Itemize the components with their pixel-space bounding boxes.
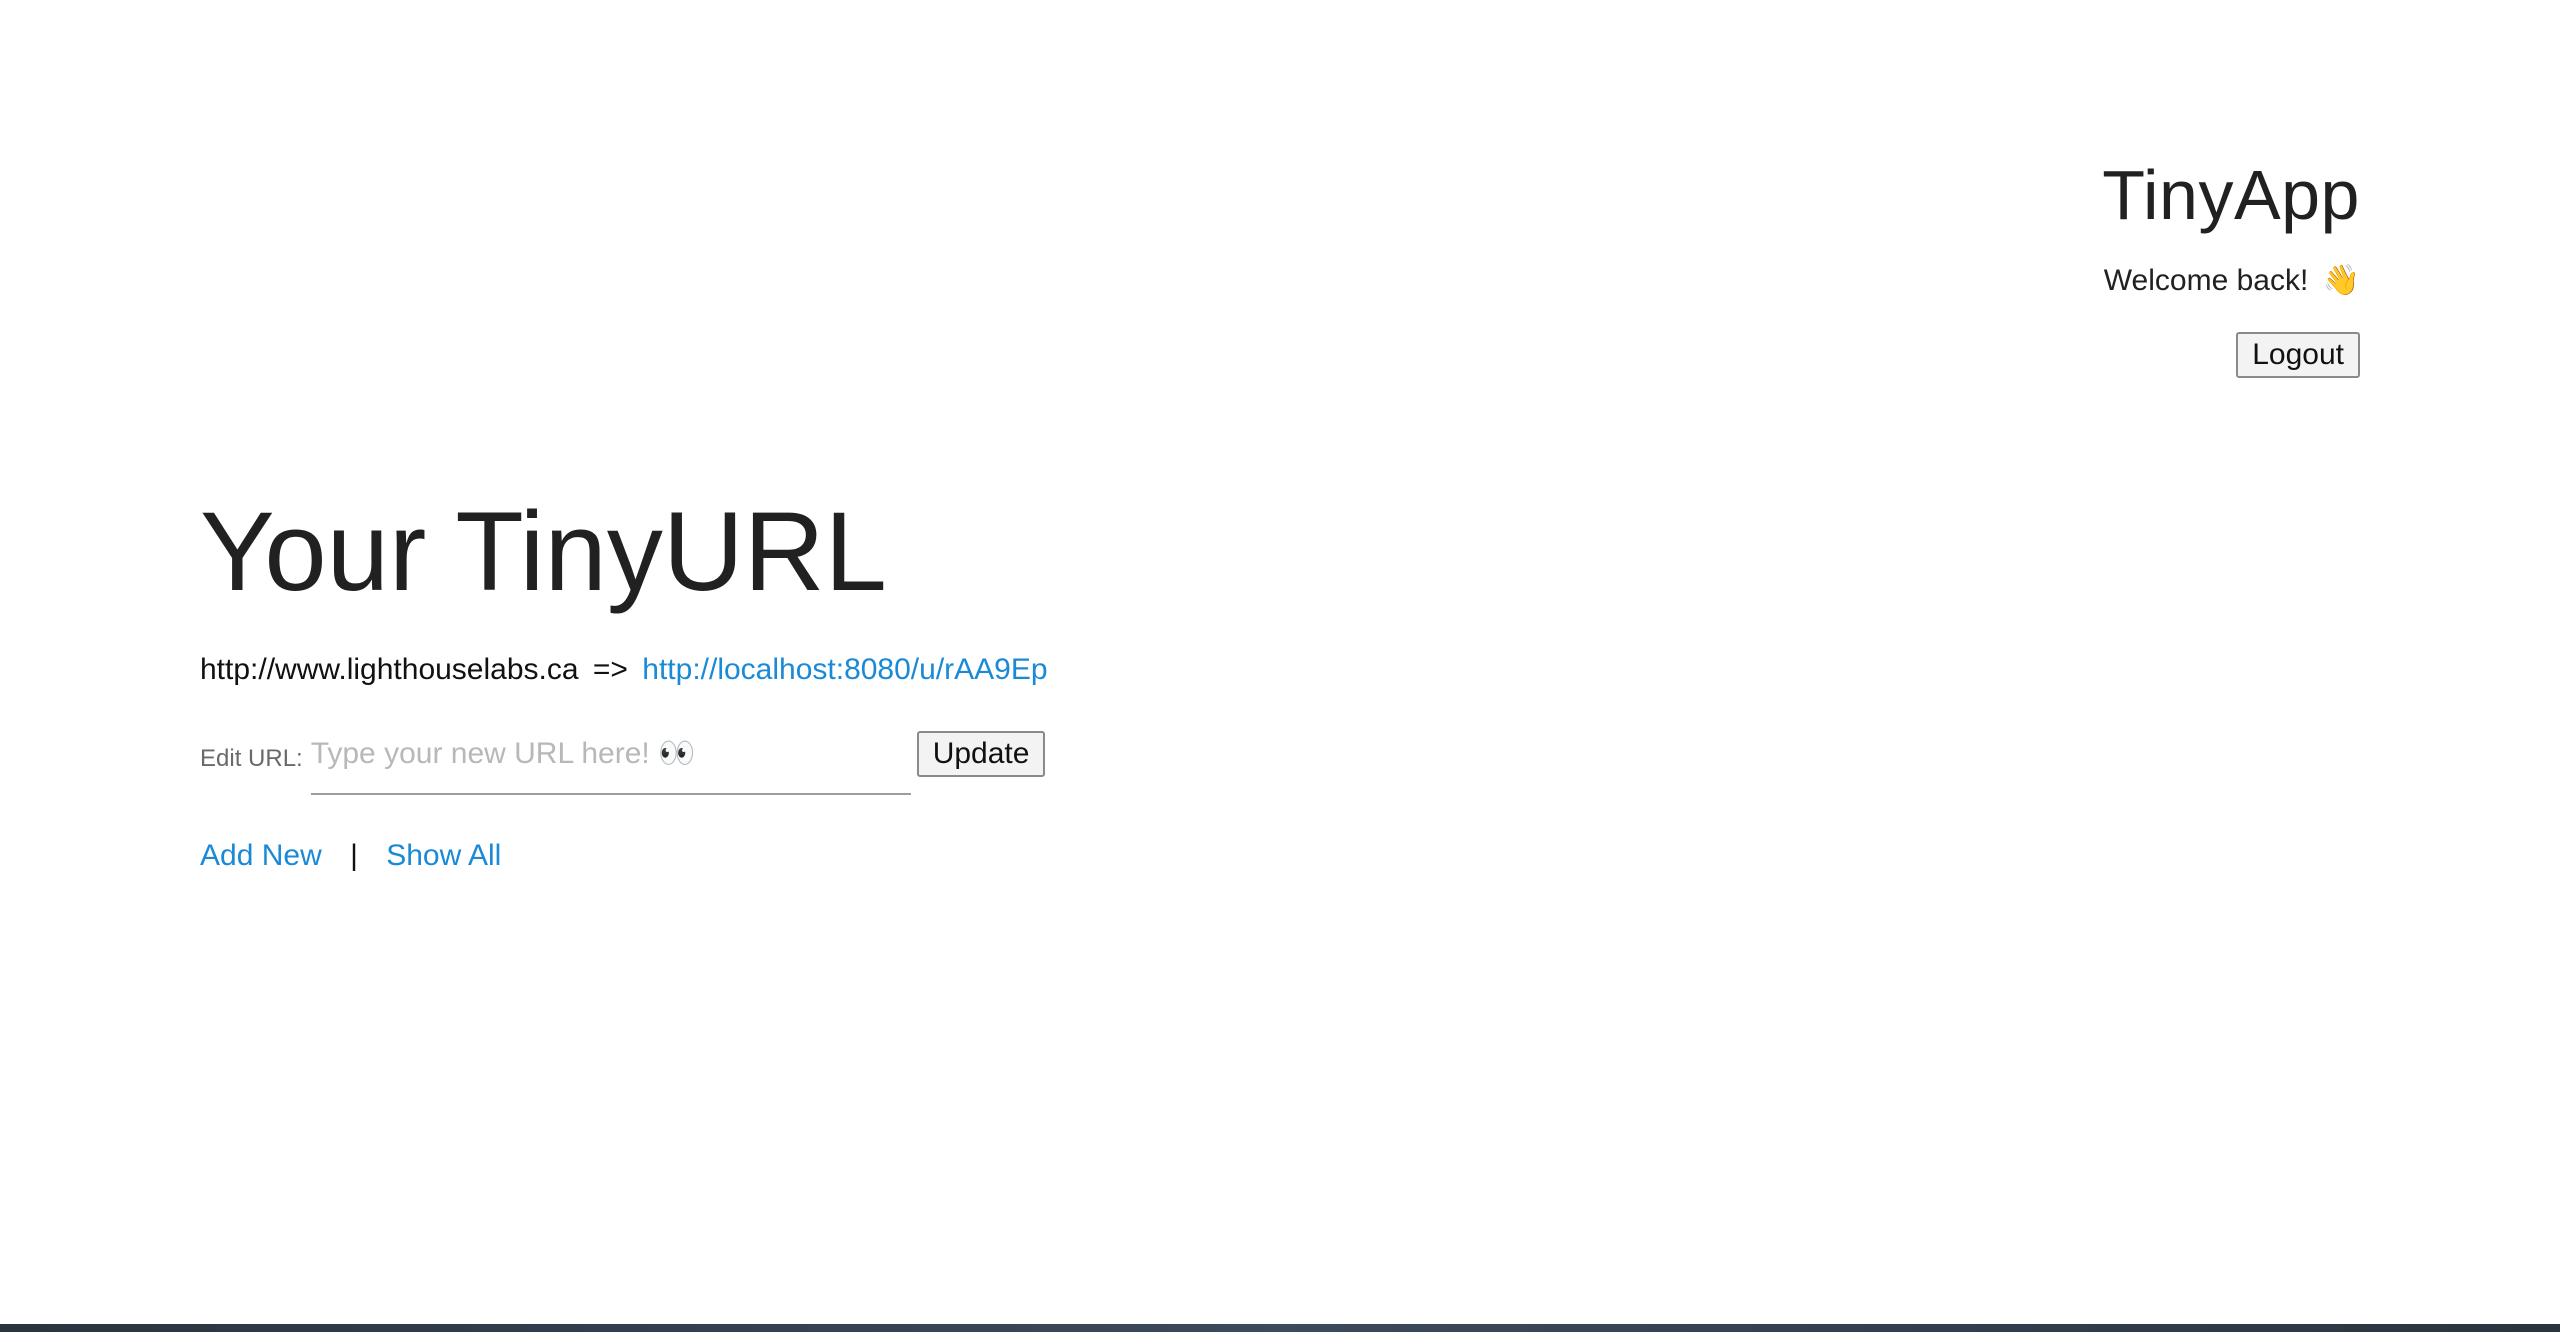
logout-button[interactable]: Logout: [2236, 332, 2360, 378]
arrow-separator: =>: [592, 653, 628, 687]
window-bottom-edge: [0, 1324, 2560, 1332]
header: TinyApp Welcome back! 👋 Logout: [2102, 160, 2360, 378]
url-mapping: http://www.lighthouselabs.ca => http://l…: [200, 653, 1048, 687]
page-title: Your TinyURL: [200, 489, 887, 614]
short-url-link[interactable]: http://localhost:8080/u/rAA9Ep: [642, 653, 1047, 686]
edit-url-field-wrap: [310, 731, 911, 796]
nav-separator: |: [350, 839, 358, 873]
app-title: TinyApp: [2102, 156, 2360, 234]
welcome-message: Welcome back! 👋: [2102, 266, 2360, 296]
show-all-link[interactable]: Show All: [386, 839, 501, 872]
long-url: http://www.lighthouselabs.ca: [200, 653, 579, 687]
edit-url-input[interactable]: [310, 731, 911, 796]
edit-url-label: Edit URL:: [200, 745, 303, 773]
main-content: Your TinyURL http://www.lighthouselabs.c…: [200, 490, 1048, 873]
welcome-text: Welcome back!: [2103, 264, 2309, 297]
add-new-link[interactable]: Add New: [200, 839, 322, 872]
waving-hand-icon: 👋: [2322, 264, 2360, 297]
edit-url-form: Edit URL: Update: [200, 731, 1048, 796]
update-button[interactable]: Update: [916, 731, 1046, 778]
page: TinyApp Welcome back! 👋 Logout Your Tiny…: [0, 0, 2560, 1332]
nav-links: Add New | Show All: [200, 839, 1048, 873]
